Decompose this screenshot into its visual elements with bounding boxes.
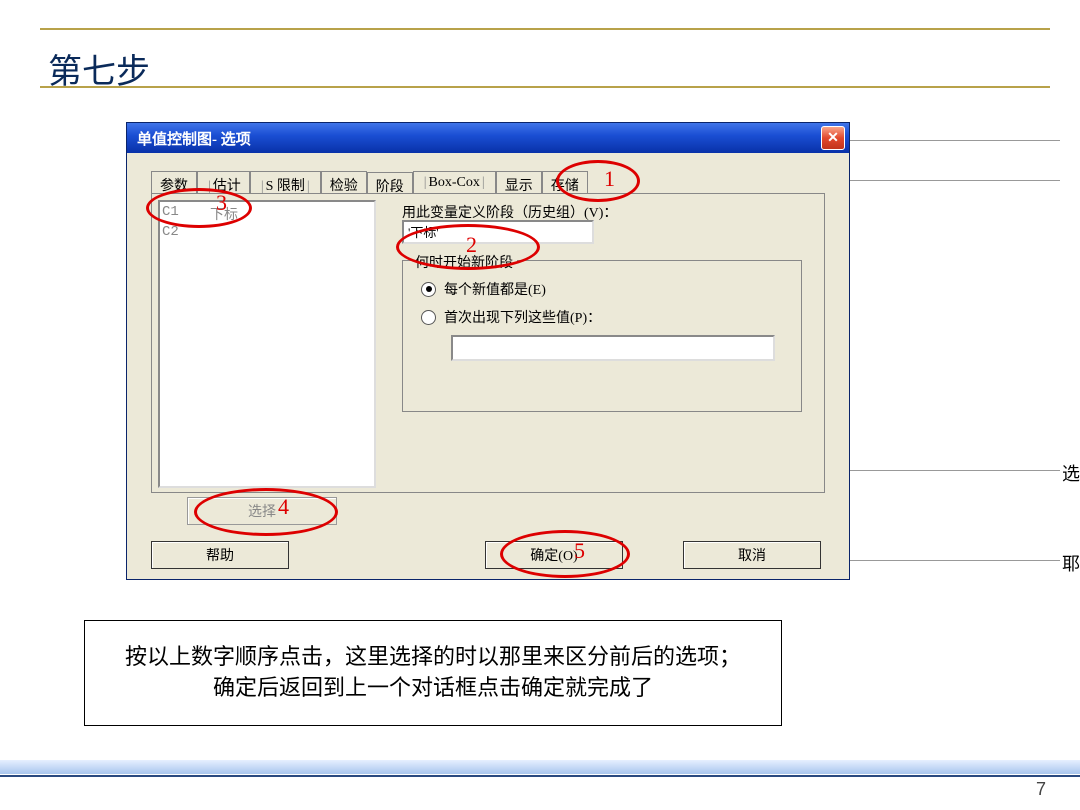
options-dialog: 单值控制图- 选项 ✕ 参数 |估计 |S 限制| 检验 阶段 |Box-Cox…	[126, 122, 850, 580]
footer-line	[0, 775, 1080, 777]
group-legend: 何时开始新阶段	[411, 252, 517, 272]
bg-text-1: 选	[1062, 460, 1080, 486]
dialog-titlebar[interactable]: 单值控制图- 选项 ✕	[127, 123, 849, 153]
caption-box: 按以上数字顺序点击，这里选择的时以那里来区分前后的选项； 确定后返回到上一个对话…	[84, 620, 782, 726]
stage-variable-input[interactable]: '下标'	[402, 220, 594, 244]
title-rule	[40, 28, 1050, 88]
new-stage-group: 何时开始新阶段 每个新值都是(E) 首次出现下列这些值(P)：	[402, 260, 802, 412]
list-item[interactable]: C1 下标	[162, 204, 372, 224]
cancel-button[interactable]: 取消	[683, 541, 821, 569]
variable-listbox[interactable]: C1 下标 C2	[158, 200, 376, 488]
radio-first-occurrence[interactable]: 首次出现下列这些值(P)：	[421, 307, 601, 327]
select-button[interactable]: 选择	[187, 497, 337, 525]
footer-band	[0, 760, 1080, 774]
annotation-num-3: 3	[216, 190, 227, 216]
radio-icon	[421, 310, 436, 325]
annotation-num-1: 1	[604, 166, 615, 192]
tab-panel: C1 下标 C2 用此变量定义阶段（历史组）(V)： '下标' 何时开始新阶段 …	[151, 193, 825, 493]
annotation-num-2: 2	[466, 232, 477, 258]
page-number: 7	[1036, 779, 1046, 800]
dialog-title: 单值控制图- 选项	[137, 128, 251, 149]
radio-icon	[421, 282, 436, 297]
annotation-num-5: 5	[574, 538, 585, 564]
annotation-num-4: 4	[278, 494, 289, 520]
values-input[interactable]	[451, 335, 775, 361]
slide: 第七步 选 耶 单值控制图- 选项 ✕ 参数 |估计 |S 限制| 检验 阶段 …	[0, 0, 1080, 810]
slide-title: 第七步	[48, 44, 150, 93]
list-item[interactable]: C2	[162, 224, 372, 240]
caption-line-1: 按以上数字顺序点击，这里选择的时以那里来区分前后的选项；	[125, 644, 741, 669]
bg-text-2: 耶	[1062, 550, 1080, 576]
ok-button[interactable]: 确定(O)	[485, 541, 623, 569]
close-icon[interactable]: ✕	[821, 126, 845, 150]
help-button[interactable]: 帮助	[151, 541, 289, 569]
caption-line-2: 确定后返回到上一个对话框点击确定就完成了	[213, 675, 653, 700]
radio-every-new-value[interactable]: 每个新值都是(E)	[421, 279, 546, 299]
var-label: 用此变量定义阶段（历史组）(V)：	[402, 202, 617, 222]
